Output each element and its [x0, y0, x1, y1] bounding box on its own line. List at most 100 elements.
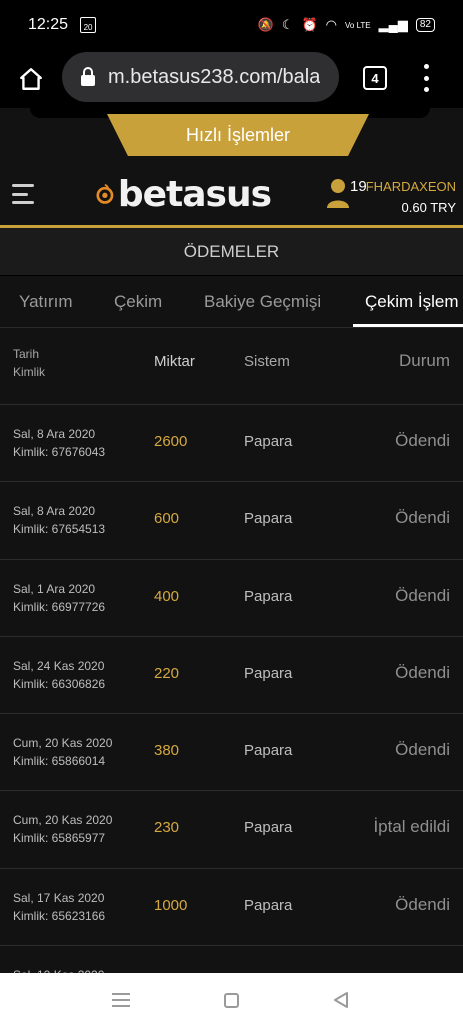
- notification-icon: 20: [80, 17, 97, 33]
- row-amount: 380: [154, 742, 180, 760]
- table-row[interactable]: Sal, 24 Kas 2020 Kimlik: 66306826 220 Papar…: [0, 637, 463, 715]
- row-date: Sal, 10 Kas 2020: [13, 966, 104, 973]
- battery-indicator: 82: [415, 18, 435, 32]
- table-row[interactable]: Sal, 8 Ara 2020 Kimlik: 67676043 2600 Papar…: [0, 405, 463, 483]
- wifi-icon: ◠: [325, 17, 337, 32]
- row-status: İptal edildi: [373, 817, 450, 837]
- table-row[interactable]: Sal, 17 Kas 2020 Kimlik: 65623166 1000 Papa…: [0, 869, 463, 947]
- site-logo[interactable]: betasus: [96, 170, 272, 218]
- row-date: Sal, 8 Ara 2020: [13, 427, 96, 441]
- hamburger-menu-icon[interactable]: [12, 184, 34, 204]
- active-tab-indicator: [353, 324, 463, 327]
- row-id: Kimlik: 65623166: [13, 908, 106, 923]
- row-date: Cum, 20 Kas 2020: [13, 736, 113, 751]
- row-id: Kimlik: 66977726: [13, 599, 106, 614]
- header-date: Tarih: [13, 347, 40, 361]
- signal-icon: ▂▄▆: [378, 17, 408, 32]
- row-id: Kimlik: 65865977: [13, 831, 106, 846]
- logo-text-part: bet: [117, 173, 183, 215]
- row-amount: 230: [154, 819, 180, 837]
- tab-withdraw[interactable]: Çekim: [114, 292, 162, 312]
- row-status: Ödendi: [395, 740, 450, 760]
- system-home-button[interactable]: [224, 993, 239, 1008]
- table-row[interactable]: Cum, 20 Kas 2020 Kimlik: 65866014 380 Papar…: [0, 714, 463, 792]
- table-row[interactable]: Sal, 10 Kas 2020: [0, 946, 463, 973]
- user-notification-count: 19: [350, 178, 367, 195]
- username[interactable]: FHARDAXEON: [366, 179, 456, 194]
- header-id: Kimlik: [13, 365, 45, 379]
- row-system: Papara: [244, 587, 293, 605]
- status-icons: 🔕 ☾ ⏰ ◠ Vo LTE ▂▄▆ 82: [258, 17, 435, 33]
- row-date-id: Sal, 1 Ara 2020 Kimlik: 66977726: [13, 580, 105, 616]
- back-icon[interactable]: [332, 991, 350, 1009]
- url-text: m.betasus238.com/bala: [108, 65, 321, 88]
- user-icon[interactable]: [326, 178, 350, 208]
- browser-menu-button[interactable]: [418, 64, 434, 92]
- row-amount: 400: [154, 587, 180, 605]
- site-header: betasus 19 FHARDAXEON 0.60 TRY: [0, 160, 463, 226]
- browser-home-button[interactable]: [14, 62, 48, 96]
- header-date-id: Tarih Kimlik: [13, 345, 45, 381]
- row-date: Cum, 20 Kas 2020: [13, 813, 113, 828]
- dot: [423, 64, 429, 69]
- row-status: Ödendi: [395, 431, 450, 450]
- header-amount: Miktar: [154, 353, 195, 370]
- row-id: Kimlik: 67676043: [13, 445, 106, 459]
- home-icon: [20, 68, 42, 90]
- row-status: Ödendi: [395, 662, 450, 682]
- recents-line: [112, 999, 130, 1001]
- header-status: Durum: [398, 351, 450, 370]
- table-row[interactable]: Cum, 20 Kas 2020 Kimlik: 65865977 230 Papar…: [0, 791, 463, 869]
- dot: [423, 87, 429, 92]
- mute-icon: 🔕: [257, 17, 274, 32]
- hamburger-line: [12, 192, 28, 196]
- tab-balance-history[interactable]: Bakiye Geçmişi: [204, 292, 321, 312]
- row-system: Papara: [244, 819, 293, 837]
- row-date: Sal, 17 Kas 2020: [13, 890, 105, 905]
- hamburger-line: [12, 184, 34, 187]
- status-time: 12:25: [28, 16, 69, 33]
- row-date-id: Sal, 8 Ara 2020 Kimlik: 67676043: [13, 425, 105, 461]
- quick-operations-button[interactable]: Hızlı İşlemler: [107, 114, 369, 156]
- transactions-table: Tarih Kimlik Miktar Sistem Durum Sal, 8 …: [0, 329, 463, 973]
- recents-line: [112, 993, 130, 995]
- row-status: Ödendi: [395, 585, 450, 605]
- row-system: Papara: [244, 664, 293, 682]
- lock-icon: [81, 67, 95, 86]
- row-system: Papara: [244, 742, 293, 760]
- page-content: Hızlı İşlemler betasus 19 FHARDAXEON 0.6…: [0, 108, 463, 973]
- logo-mark-icon: [96, 183, 114, 204]
- tab-switcher-button[interactable]: 4: [363, 66, 387, 90]
- tab-withdraw-transactions[interactable]: Çekim İşlem: [365, 292, 459, 312]
- tab-deposit[interactable]: Yatırım: [19, 292, 73, 312]
- recents-button[interactable]: [112, 993, 130, 1007]
- status-bar: 12:25 20 🔕 ☾ ⏰ ◠ Vo LTE ▂▄▆ 82: [0, 0, 463, 50]
- system-navigation-bar: [0, 973, 463, 1029]
- page-title: ÖDEMELER: [0, 228, 463, 276]
- row-date-id: Sal, 10 Kas 2020: [13, 966, 104, 973]
- logo-text-accent: asus: [182, 173, 272, 215]
- browser-toolbar: m.betasus238.com/bala 4: [0, 50, 463, 108]
- payment-tabs: Yatırım Çekim Bakiye Geçmişi Çekim İşlem: [0, 278, 463, 328]
- row-date-id: Cum, 20 Kas 2020 Kimlik: 65866014: [13, 734, 112, 770]
- row-system: Papara: [244, 510, 293, 528]
- row-system: Papara: [244, 896, 293, 914]
- dot: [423, 75, 429, 81]
- header-system: Sistem: [244, 353, 290, 370]
- row-id: Kimlik: 66306826: [13, 676, 106, 691]
- table-row[interactable]: Sal, 1 Ara 2020 Kimlik: 66977726 400 Papara…: [0, 560, 463, 637]
- row-system: Papara: [244, 433, 293, 450]
- row-amount: 1000: [154, 896, 188, 914]
- row-date: Sal, 8 Ara 2020: [13, 504, 96, 519]
- recents-line: [112, 1005, 130, 1007]
- table-row[interactable]: Sal, 8 Ara 2020 Kimlik: 67654513 600 Papara…: [0, 482, 463, 560]
- hamburger-line: [12, 201, 34, 204]
- row-amount: 2600: [154, 433, 188, 450]
- moon-icon: ☾: [281, 17, 294, 32]
- row-id: Kimlik: 67654513: [13, 522, 106, 537]
- row-date-id: Cum, 20 Kas 2020 Kimlik: 65865977: [13, 811, 112, 847]
- row-date-id: Sal, 17 Kas 2020 Kimlik: 65623166: [13, 889, 105, 925]
- url-bar[interactable]: m.betasus238.com/bala: [62, 52, 339, 102]
- alarm-icon: ⏰: [301, 17, 318, 32]
- row-status: Ödendi: [395, 894, 450, 914]
